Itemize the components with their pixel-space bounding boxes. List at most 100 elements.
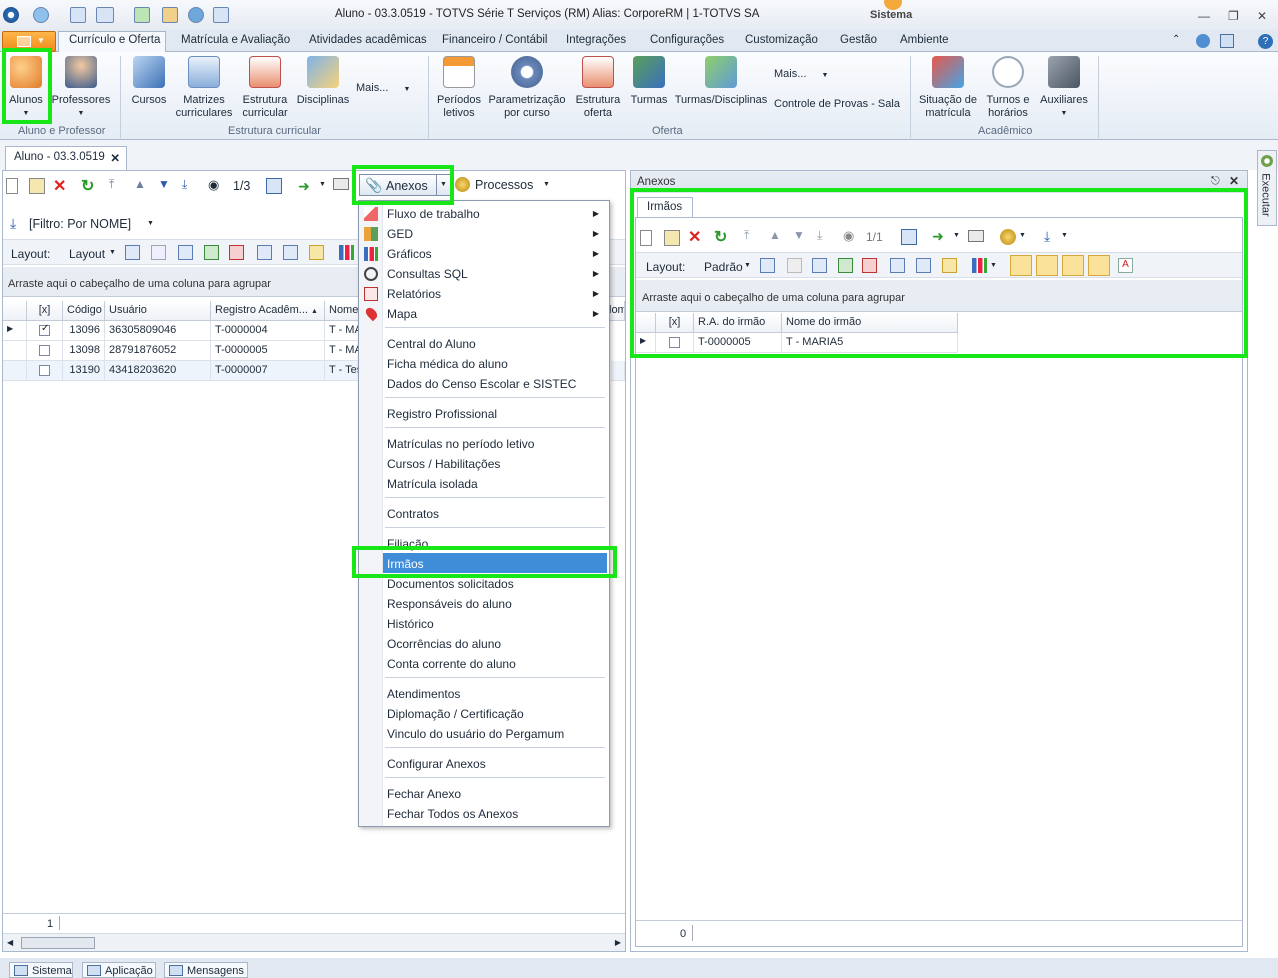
anexos-button[interactable]: 📎 Anexos ▼ (359, 174, 451, 196)
menu-item-fechar-anexo[interactable]: Fechar Anexo (387, 787, 461, 801)
app-logo-icon[interactable] (3, 7, 19, 23)
export-icon[interactable]: ➜ (932, 228, 948, 244)
edit-icon[interactable] (29, 178, 45, 194)
refresh-icon[interactable]: ↻ (81, 176, 97, 195)
chevron-down-icon[interactable]: ▼ (990, 262, 997, 269)
menu-item-central-do-aluno[interactable]: Central do Aluno (387, 337, 476, 351)
menu-item-registro-profissional[interactable]: Registro Profissional (387, 407, 497, 421)
tab-matricula-e-avaliacao[interactable]: Matrícula e Avaliação (181, 34, 290, 46)
menu-item-matricula-isolada[interactable]: Matrícula isolada (387, 477, 478, 491)
menu-item-vinculo-pergamum[interactable]: Vinculo do usuário do Pergamum (387, 727, 564, 741)
filter-icon[interactable]: ⤓ (10, 215, 26, 231)
grid-up-icon[interactable] (862, 258, 877, 273)
view-toggle-icon[interactable] (1062, 255, 1084, 276)
estrutura-oferta-button[interactable]: Estrutura oferta (572, 56, 624, 120)
pencil-icon[interactable] (942, 258, 957, 273)
menu-item-ged[interactable]: GED (387, 227, 413, 241)
row-checkbox[interactable] (27, 341, 63, 361)
calendar-grid-icon[interactable] (266, 178, 282, 194)
group-by-area[interactable]: Arraste aqui o cabeçalho de uma coluna p… (636, 280, 1242, 312)
chevron-down-icon[interactable]: ▼ (1019, 232, 1035, 248)
menu-item-contratos[interactable]: Contratos (387, 507, 439, 521)
checkbox-icon[interactable] (39, 344, 50, 356)
situacao-de-matricula-button[interactable]: Situação de matrícula (916, 56, 980, 120)
horizontal-scrollbar[interactable]: ◀ ▶ (3, 933, 625, 951)
quick-access-layout-icon[interactable] (96, 7, 114, 23)
quick-access-globe-icon[interactable] (33, 7, 49, 23)
row-checkbox[interactable]: ✓ (27, 321, 63, 341)
menu-item-fechar-todos[interactable]: Fechar Todos os Anexos (387, 807, 518, 821)
chevron-down-icon[interactable]: ▼ (744, 262, 751, 269)
delete-icon[interactable]: ✕ (688, 227, 704, 246)
tab-financeiro-contabil[interactable]: Financeiro / Contábil (442, 34, 547, 46)
font-icon[interactable]: A (1118, 258, 1133, 273)
tab-customizacao[interactable]: Customização (745, 34, 818, 46)
pin-icon[interactable]: ⎋ (1211, 175, 1220, 188)
checkbox-checked-icon[interactable]: ✓ (39, 323, 50, 336)
new-icon[interactable] (6, 178, 18, 194)
grid-tool-icon[interactable] (257, 245, 272, 260)
chevron-down-icon[interactable]: ▼ (436, 175, 450, 195)
grid-up-icon[interactable] (229, 245, 244, 260)
layout-dropdown[interactable]: Layout (69, 247, 105, 261)
view-toggle-icon[interactable] (1036, 255, 1058, 276)
previous-record-icon[interactable]: ▲ (769, 228, 785, 244)
restore-button[interactable]: ❐ (1228, 9, 1239, 23)
export-icon[interactable]: ➜ (298, 178, 314, 194)
quick-access-world-icon[interactable] (188, 7, 204, 23)
grid-tool-icon[interactable] (787, 258, 802, 273)
menu-item-irmaos[interactable]: Irmãos (387, 557, 424, 571)
chevron-up-icon[interactable]: ⌃ (1172, 34, 1180, 45)
executar-side-tab[interactable]: Executar (1257, 150, 1277, 226)
tab-configuracoes[interactable]: Configurações (650, 34, 724, 46)
column-nome-do-irmao[interactable]: Nome do irmão (782, 313, 958, 333)
column-select[interactable]: [x] (27, 301, 63, 321)
scroll-left-icon[interactable]: ◀ (7, 938, 13, 947)
menu-item-dados-censo[interactable]: Dados do Censo Escolar e SISTEC (387, 377, 576, 391)
minimize-button[interactable]: — (1198, 9, 1210, 23)
find-icon[interactable]: ◉ (208, 177, 224, 193)
filter-icon[interactable]: ⤓ (1044, 228, 1060, 244)
grid-down-icon[interactable] (204, 245, 219, 260)
scroll-right-icon[interactable]: ▶ (615, 938, 621, 947)
print-icon[interactable] (968, 230, 984, 242)
filter-label[interactable]: [Filtro: Por NOME] (29, 217, 131, 231)
edit-icon[interactable] (664, 230, 680, 246)
chart-icon[interactable] (339, 245, 354, 260)
chevron-down-icon[interactable]: ▼ (147, 220, 154, 227)
menu-item-filiacao[interactable]: Filiação (387, 537, 428, 551)
view-toggle-icon[interactable] (1088, 255, 1110, 276)
alunos-button[interactable]: Alunos ▼ (4, 56, 48, 120)
menu-item-relatorios[interactable]: Relatórios (387, 287, 441, 301)
menu-item-ocorrencias[interactable]: Ocorrências do aluno (387, 637, 501, 651)
last-record-icon[interactable]: ⤓ (182, 177, 198, 193)
column-select[interactable]: [x] (656, 313, 694, 333)
calendar-grid-icon[interactable] (901, 229, 917, 245)
close-button[interactable]: ✕ (1257, 9, 1267, 23)
chart-icon[interactable] (972, 258, 987, 273)
scroll-thumb[interactable] (21, 937, 95, 949)
grid-tool-icon[interactable] (125, 245, 140, 260)
menu-item-graficos[interactable]: Gráficos (387, 247, 432, 261)
estrutura-curricular-button[interactable]: Estrutura curricular (238, 56, 292, 120)
next-record-icon[interactable]: ▼ (793, 228, 809, 244)
menu-item-historico[interactable]: Histórico (387, 617, 434, 631)
refresh-icon[interactable]: ↻ (714, 227, 730, 246)
tab-gestao[interactable]: Gestão (840, 34, 877, 46)
menu-item-matriculas-periodo[interactable]: Matrículas no período letivo (387, 437, 534, 451)
globe-icon[interactable] (1196, 34, 1210, 48)
row-checkbox[interactable] (27, 361, 63, 381)
layout-icon[interactable] (1220, 34, 1234, 48)
close-icon[interactable]: ✕ (110, 151, 120, 165)
previous-record-icon[interactable]: ▲ (134, 177, 150, 193)
chevron-down-icon[interactable]: ▼ (1061, 232, 1077, 248)
menu-item-responsaveis[interactable]: Responsáveis do aluno (387, 597, 512, 611)
bottom-tab-aplicacao[interactable]: Aplicação (82, 962, 156, 978)
tab-integracoes[interactable]: Integrações (566, 34, 626, 46)
first-record-icon[interactable]: ⤒ (109, 177, 125, 193)
grid-tool-icon[interactable] (151, 245, 166, 260)
tab-ambiente[interactable]: Ambiente (900, 34, 949, 46)
menu-item-ficha-medica[interactable]: Ficha médica do aluno (387, 357, 508, 371)
row-checkbox[interactable] (656, 333, 694, 353)
quick-access-tools-icon[interactable] (162, 7, 178, 23)
